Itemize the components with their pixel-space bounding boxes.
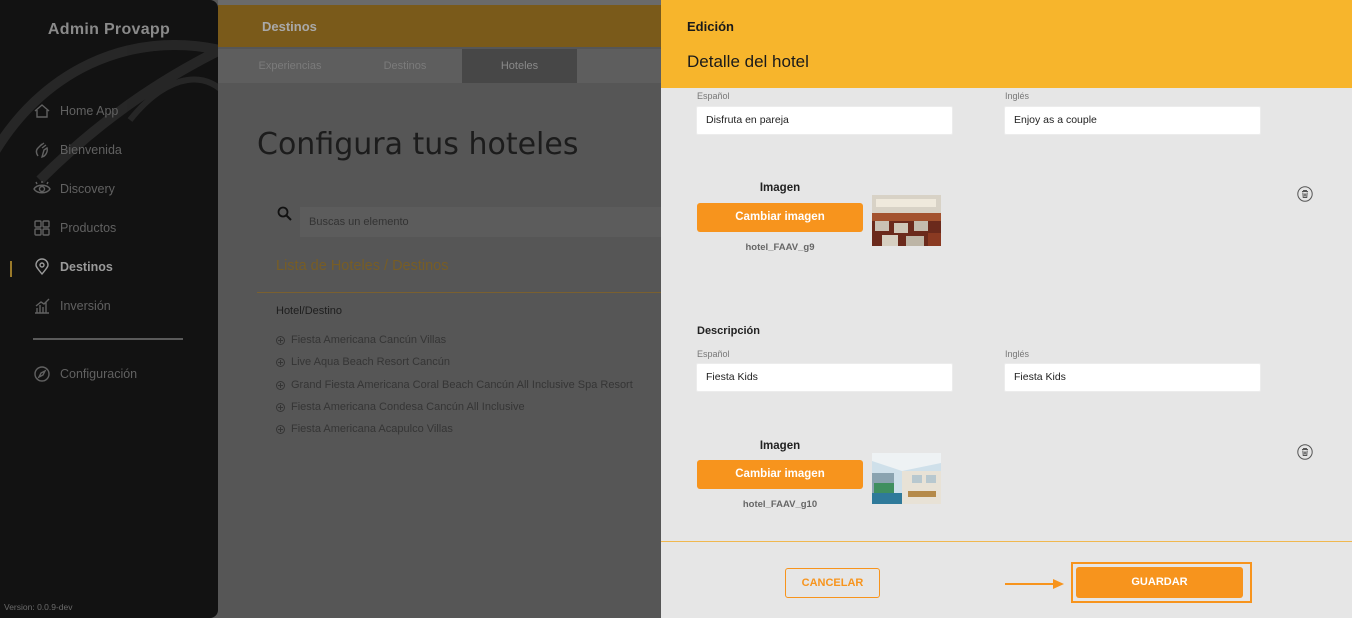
change-image-button[interactable]: Cambiar imagen: [697, 203, 863, 232]
delete-icon[interactable]: [1297, 186, 1313, 202]
expand-icon[interactable]: [276, 335, 285, 345]
expand-icon[interactable]: [276, 424, 285, 434]
save-button[interactable]: GUARDAR: [1076, 567, 1243, 598]
sidebar-divider: [33, 338, 183, 340]
delete-icon[interactable]: [1297, 444, 1313, 460]
sidebar: Admin Provapp Home App Bienvenida Discov…: [0, 0, 218, 618]
hotel-name: Live Aqua Beach Resort Cancún: [291, 356, 450, 368]
save-highlight: GUARDAR: [1071, 562, 1252, 603]
english-title-field[interactable]: Enjoy as a couple: [1004, 106, 1261, 135]
eye-icon: [33, 181, 51, 194]
english-label: Inglés: [1005, 91, 1030, 101]
list-item[interactable]: Fiesta Americana Acapulco Villas: [276, 423, 453, 435]
hotel-name: Fiesta Americana Acapulco Villas: [291, 423, 453, 435]
arrow-right-icon: [1005, 579, 1064, 589]
sidebar-item-configuracion[interactable]: Configuración: [33, 364, 137, 384]
sidebar-item-inversion[interactable]: Inversión: [33, 296, 111, 316]
spanish-description-field[interactable]: Fiesta Kids: [696, 363, 953, 392]
tab-experiencias[interactable]: Experiencias: [242, 49, 338, 83]
list-item[interactable]: Grand Fiesta Americana Coral Beach Cancú…: [276, 379, 633, 391]
sidebar-item-label: Configuración: [60, 367, 138, 381]
panel-header-caption: Edición: [687, 19, 734, 34]
sidebar-item-productos[interactable]: Productos: [33, 218, 116, 238]
panel-title: Detalle del hotel: [687, 52, 809, 71]
page-title: Configura tus hoteles: [257, 127, 579, 162]
sidebar-item-destinos[interactable]: Destinos: [33, 257, 113, 277]
list-item[interactable]: Fiesta Americana Cancún Villas: [276, 334, 446, 346]
spanish-label: Español: [697, 349, 730, 359]
description-section-label: Descripción: [697, 325, 760, 337]
wave-hand-icon: [35, 142, 48, 158]
topbar: Destinos: [218, 5, 661, 47]
change-image-button[interactable]: Cambiar imagen: [697, 460, 863, 489]
sidebar-item-home-app[interactable]: Home App: [33, 101, 118, 121]
sidebar-item-label: Inversión: [60, 299, 111, 313]
cancel-button[interactable]: CANCELAR: [785, 568, 880, 598]
pool-thumbnail: [872, 453, 941, 504]
sidebar-item-label: Productos: [60, 221, 117, 235]
tab-hoteles[interactable]: Hoteles: [462, 49, 577, 83]
sidebar-item-discovery[interactable]: Discovery: [33, 179, 115, 199]
image-filename: hotel_FAAV_g9: [745, 242, 815, 253]
topbar-title: Destinos: [262, 19, 317, 34]
map-pin-icon: [35, 258, 49, 276]
spanish-title-field[interactable]: Disfruta en pareja: [696, 106, 953, 135]
hotel-name: Fiesta Americana Cancún Villas: [291, 334, 447, 346]
sidebar-item-label: Destinos: [60, 260, 113, 274]
sidebar-item-label: Home App: [60, 104, 119, 118]
hotel-name: Grand Fiesta Americana Coral Beach Cancú…: [291, 379, 633, 391]
list-item[interactable]: Fiesta Americana Condesa Cancún All Incl…: [276, 401, 525, 413]
list-divider: [257, 292, 661, 293]
hotel-name: Fiesta Americana Condesa Cancún All Incl…: [291, 401, 525, 413]
bar-chart-icon: [35, 298, 50, 314]
image-filename: hotel_FAAV_g10: [742, 499, 818, 510]
search-icon: [277, 206, 292, 221]
app-version: Version: 0.0.9-dev: [4, 602, 73, 612]
sidebar-item-bienvenida[interactable]: Bienvenida: [33, 140, 122, 160]
sidebar-item-label: Bienvenida: [60, 143, 122, 157]
hotel-detail-panel: Edición Detalle del hotel Español Inglés…: [661, 0, 1352, 618]
spanish-label: Español: [697, 91, 730, 101]
grid-icon: [34, 220, 50, 236]
footer-divider: [661, 541, 1352, 542]
image-label: Imagen: [759, 182, 801, 194]
sidebar-item-label: Discovery: [60, 182, 115, 196]
image-label: Imagen: [759, 440, 801, 452]
english-description-field[interactable]: Fiesta Kids: [1004, 363, 1261, 392]
expand-icon[interactable]: [276, 380, 285, 390]
app-brand: Admin Provapp: [47, 21, 171, 38]
expand-icon[interactable]: [276, 357, 285, 367]
restaurant-thumbnail: [872, 195, 941, 246]
english-label: Inglés: [1005, 349, 1030, 359]
search-input[interactable]: [300, 207, 661, 237]
panel-header: Edición Detalle del hotel: [661, 0, 1352, 88]
list-item[interactable]: Live Aqua Beach Resort Cancún: [276, 356, 450, 368]
column-header: Hotel/Destino: [276, 305, 343, 317]
list-title: Lista de Hoteles / Destinos: [276, 258, 449, 274]
active-nav-marker: [10, 261, 12, 277]
tab-bar: Experiencias Destinos Hoteles: [218, 49, 661, 83]
compass-icon: [34, 366, 50, 382]
home-icon: [34, 104, 50, 118]
tab-destinos[interactable]: Destinos: [366, 49, 444, 83]
expand-icon[interactable]: [276, 402, 285, 412]
